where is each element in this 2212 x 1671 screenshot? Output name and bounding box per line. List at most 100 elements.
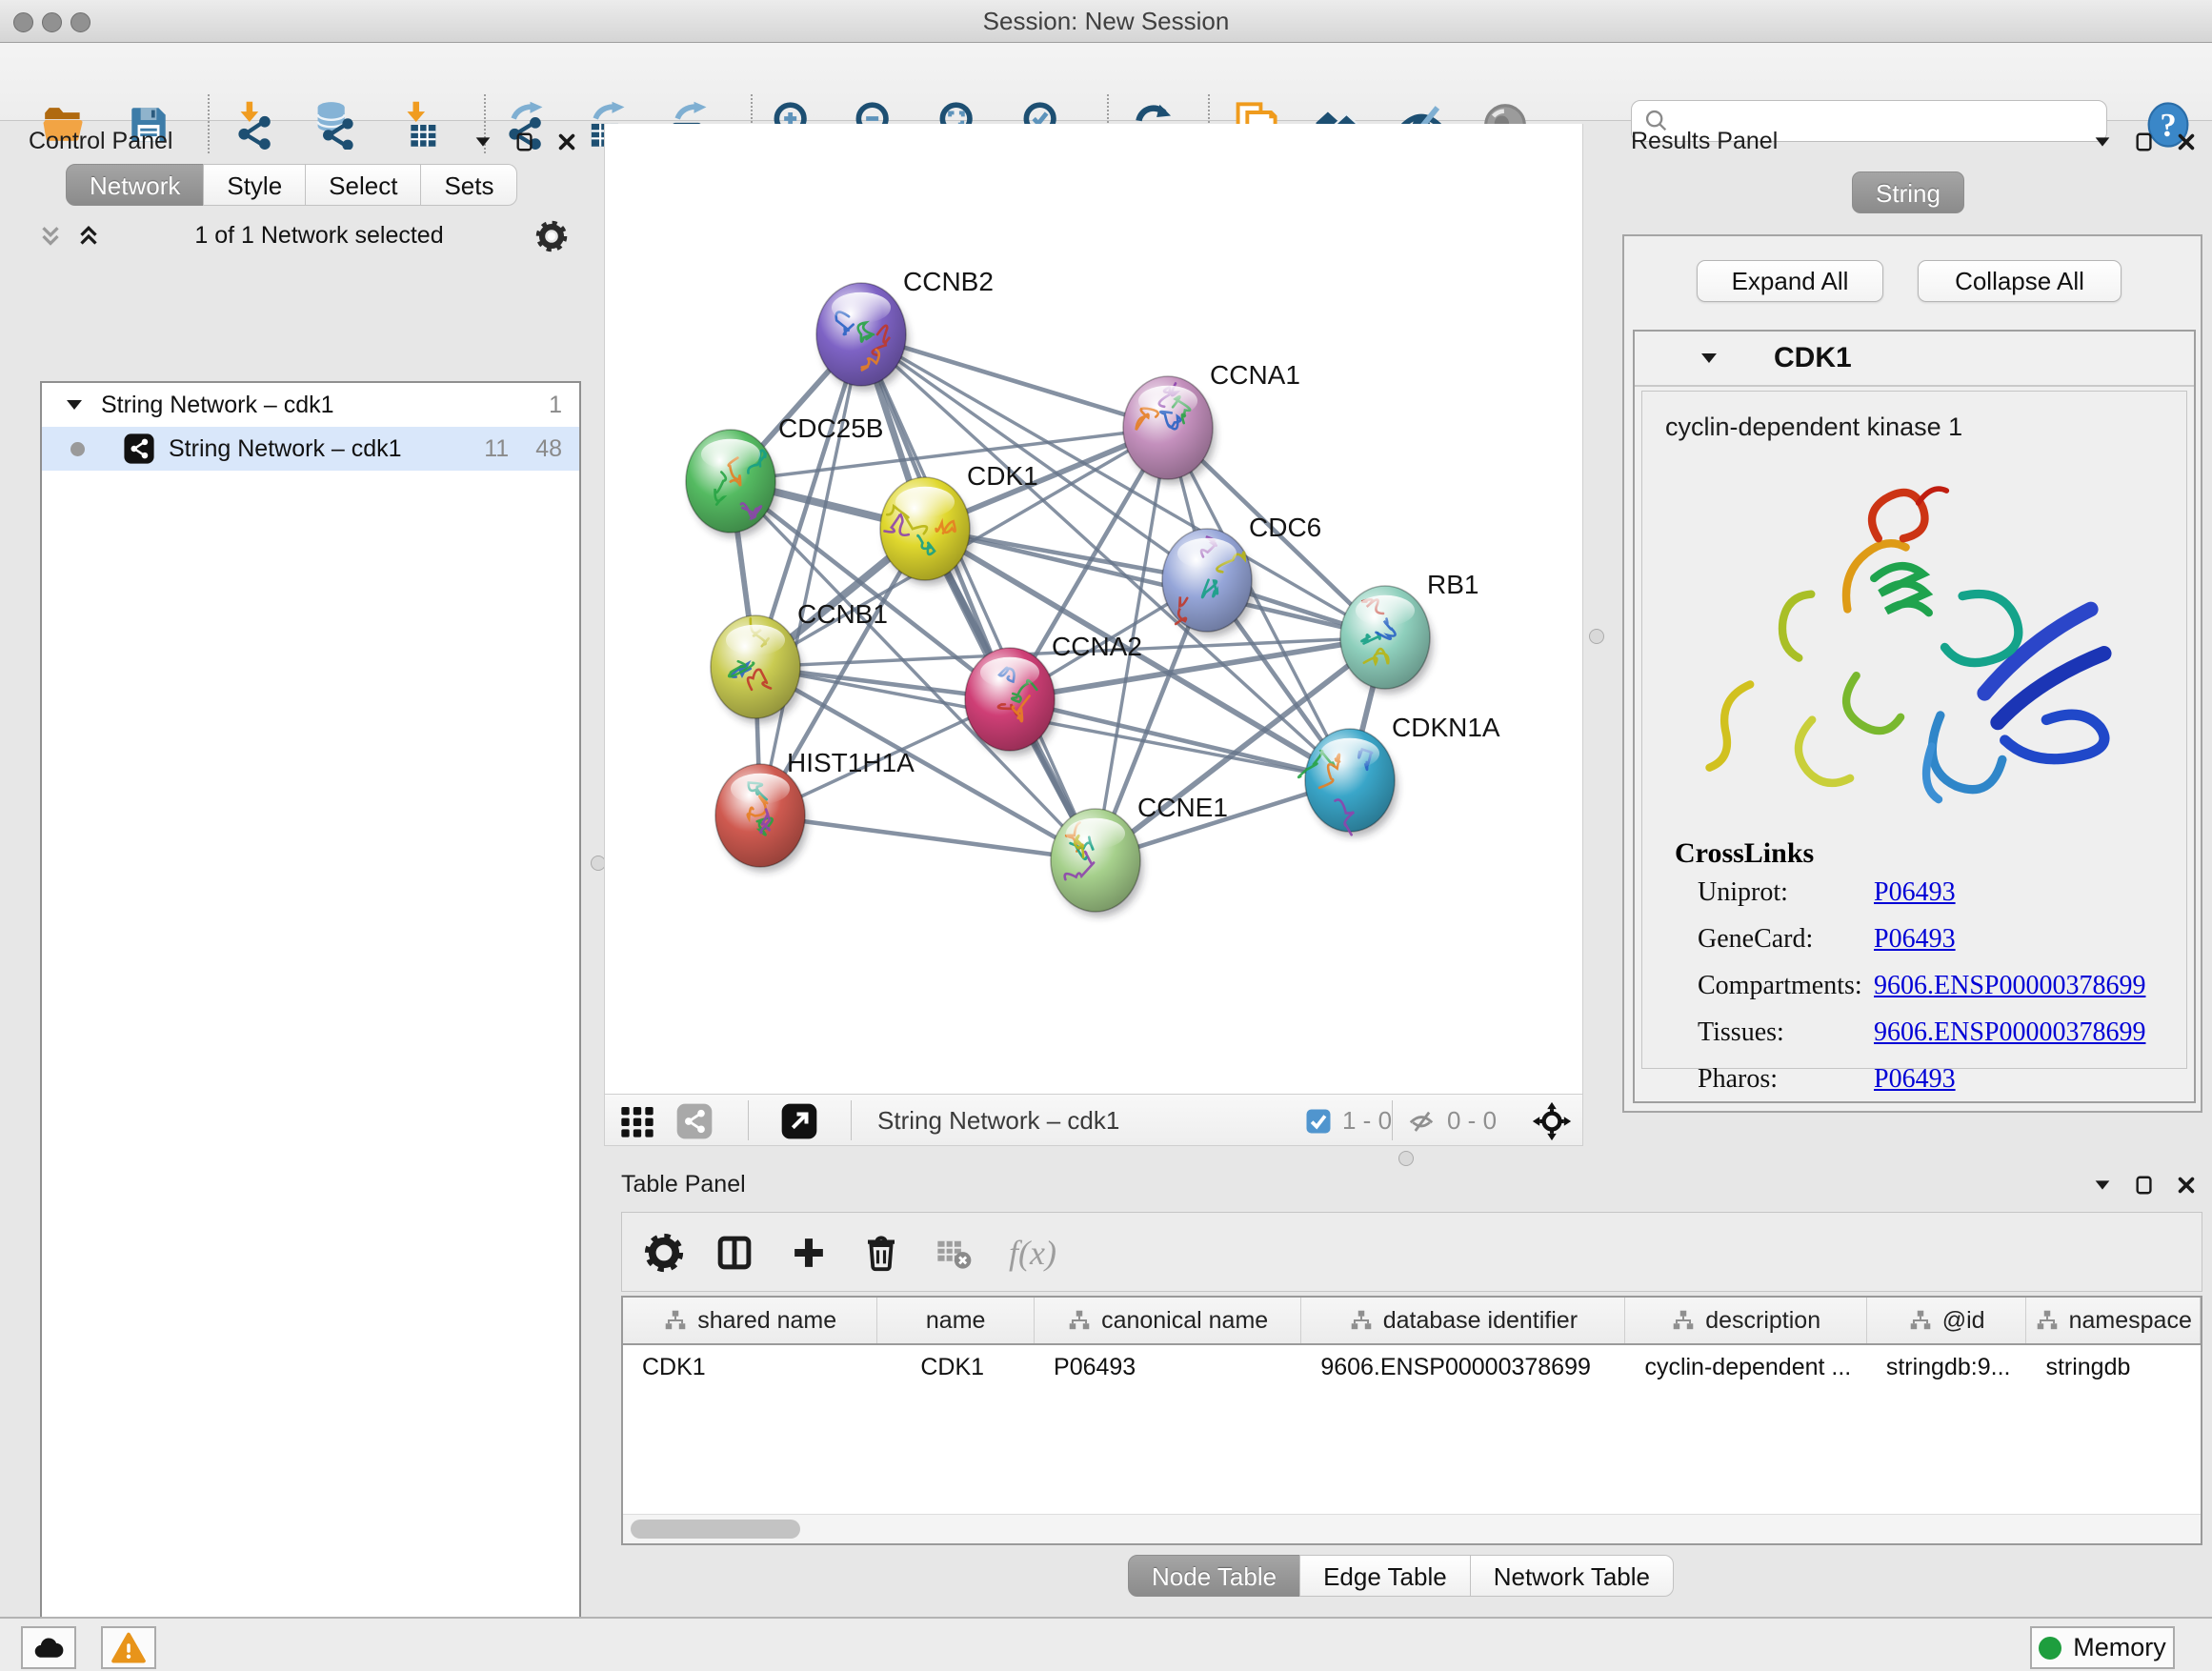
network-collection-row[interactable]: String Network – cdk1 1 bbox=[42, 383, 579, 427]
column-type-icon bbox=[1908, 1308, 1933, 1333]
network-edge[interactable] bbox=[861, 334, 1096, 860]
table-cell[interactable]: stringdb:9... bbox=[1867, 1345, 2027, 1389]
tab-node-table[interactable]: Node Table bbox=[1128, 1555, 1300, 1597]
results-panel-tabs: String bbox=[1853, 171, 1964, 213]
float-panel-icon[interactable] bbox=[2134, 131, 2155, 152]
expander-icon[interactable] bbox=[63, 393, 86, 416]
control-panel-window-controls bbox=[473, 131, 577, 152]
status-bar: Memory bbox=[0, 1617, 2212, 1671]
table-horizontal-scrollbar[interactable] bbox=[623, 1514, 2201, 1543]
cloud-status-button[interactable] bbox=[21, 1626, 76, 1669]
table-cell[interactable]: CDK1 bbox=[877, 1345, 1035, 1389]
expand-all-button[interactable]: Expand All bbox=[1697, 260, 1883, 302]
panel-menu-icon[interactable] bbox=[2092, 1175, 2113, 1196]
crosslink-value[interactable]: P06493 bbox=[1874, 924, 1956, 955]
column-type-icon bbox=[1067, 1308, 1092, 1333]
network-graph[interactable]: CCNB2CCNA1CDC25BCDK1CDC6RB1CCNB1CCNA2CDK… bbox=[605, 124, 1582, 1092]
close-panel-icon[interactable] bbox=[2176, 1175, 2197, 1196]
tab-string[interactable]: String bbox=[1852, 171, 1964, 213]
network-view-canvas[interactable]: CCNB2CCNA1CDC25BCDK1CDC6RB1CCNB1CCNA2CDK… bbox=[604, 124, 1583, 1094]
app-window: Session: New Session bbox=[0, 0, 2212, 1671]
string-view-button[interactable] bbox=[675, 1102, 714, 1145]
tab-edge-table[interactable]: Edge Table bbox=[1299, 1555, 1471, 1597]
table-cell[interactable]: cyclin-dependent ... bbox=[1625, 1345, 1866, 1389]
create-column-button[interactable] bbox=[784, 1228, 834, 1278]
column-header-shared-name[interactable]: shared name bbox=[623, 1298, 877, 1343]
node-count: 11 bbox=[484, 435, 509, 463]
scrollbar-thumb[interactable] bbox=[631, 1520, 800, 1539]
table-cell[interactable]: CDK1 bbox=[623, 1345, 877, 1389]
table-cell[interactable]: 9606.ENSP00000378699 bbox=[1301, 1345, 1625, 1389]
selected-checkbox-icon[interactable] bbox=[1304, 1107, 1333, 1136]
collection-count: 1 bbox=[549, 392, 562, 419]
table-row[interactable]: CDK1CDK1P064939606.ENSP00000378699cyclin… bbox=[623, 1345, 2201, 1389]
column-label: database identifier bbox=[1383, 1307, 1578, 1335]
network-node-CCNA1[interactable]: CCNA1 bbox=[1123, 360, 1300, 484]
crosslink-row: GeneCard:P06493 bbox=[1698, 924, 2174, 955]
plus-icon bbox=[789, 1233, 829, 1273]
crosslink-label: Pharos: bbox=[1698, 1064, 1874, 1095]
float-panel-icon[interactable] bbox=[514, 131, 535, 152]
right-splitter-handle[interactable] bbox=[1589, 629, 1604, 644]
crosslink-value[interactable]: 9606.ENSP00000378699 bbox=[1874, 971, 2145, 1001]
show-columns-button[interactable] bbox=[710, 1228, 759, 1278]
network-edge[interactable] bbox=[760, 815, 1096, 860]
crosslink-value[interactable]: P06493 bbox=[1874, 877, 1956, 908]
crosslink-value[interactable]: P06493 bbox=[1874, 1064, 1956, 1095]
column-header-database-identifier[interactable]: database identifier bbox=[1301, 1298, 1625, 1343]
network-node-CCNE1[interactable]: CCNE1 bbox=[1051, 793, 1228, 916]
network-row[interactable]: String Network – cdk1 11 48 bbox=[42, 427, 579, 471]
delete-table-icon bbox=[934, 1233, 974, 1273]
collapse-section-icon[interactable] bbox=[1698, 347, 1720, 370]
tab-network-table[interactable]: Network Table bbox=[1470, 1555, 1674, 1597]
collection-label: String Network – cdk1 bbox=[101, 392, 334, 419]
tab-select[interactable]: Select bbox=[305, 164, 421, 206]
protein-card-header[interactable]: CDK1 bbox=[1635, 332, 2194, 387]
tab-sets[interactable]: Sets bbox=[420, 164, 517, 206]
network-node-HIST1H1A[interactable]: HIST1H1A bbox=[715, 748, 915, 872]
close-panel-icon[interactable] bbox=[2176, 131, 2197, 152]
column-label: namespace bbox=[2069, 1307, 2192, 1335]
collapse-all-button[interactable]: Collapse All bbox=[1918, 260, 2122, 302]
protein-structure-image bbox=[1657, 454, 2171, 826]
column-header--id[interactable]: @id bbox=[1867, 1298, 2027, 1343]
open-in-browser-button[interactable] bbox=[780, 1102, 818, 1145]
memory-button[interactable]: Memory bbox=[2030, 1626, 2175, 1669]
column-type-icon bbox=[1671, 1308, 1696, 1333]
network-node-CDKN1A[interactable]: CDKN1A bbox=[1298, 713, 1500, 836]
separator bbox=[748, 1100, 749, 1140]
tab-style[interactable]: Style bbox=[203, 164, 306, 206]
table-cell[interactable]: P06493 bbox=[1035, 1345, 1301, 1389]
crosslink-row: Uniprot:P06493 bbox=[1698, 877, 2174, 908]
birds-eye-view-button[interactable] bbox=[618, 1102, 656, 1145]
delete-table-button[interactable] bbox=[929, 1228, 978, 1278]
column-header-namespace[interactable]: namespace bbox=[2026, 1298, 2201, 1343]
table-cell[interactable]: stringdb bbox=[2026, 1345, 2201, 1389]
tab-network[interactable]: Network bbox=[66, 164, 204, 206]
column-header-name[interactable]: name bbox=[877, 1298, 1035, 1343]
float-panel-icon[interactable] bbox=[2134, 1175, 2155, 1196]
panel-menu-icon[interactable] bbox=[2092, 131, 2113, 152]
horizontal-splitter-handle[interactable] bbox=[1398, 1151, 1414, 1166]
function-builder-button[interactable]: f(x) bbox=[997, 1228, 1068, 1278]
column-header-canonical-name[interactable]: canonical name bbox=[1035, 1298, 1301, 1343]
columns-icon bbox=[714, 1233, 754, 1273]
table-settings-button[interactable] bbox=[639, 1228, 689, 1278]
panel-menu-icon[interactable] bbox=[473, 131, 493, 152]
network-node-RB1[interactable]: RB1 bbox=[1340, 570, 1478, 694]
fit-content-button[interactable] bbox=[1531, 1100, 1573, 1147]
delete-columns-button[interactable] bbox=[856, 1228, 906, 1278]
crosslink-value[interactable]: 9606.ENSP00000378699 bbox=[1874, 1017, 2145, 1048]
network-node-CDK1[interactable]: CDK1 bbox=[880, 461, 1038, 585]
column-type-icon bbox=[1349, 1308, 1374, 1333]
column-header-description[interactable]: description bbox=[1625, 1298, 1866, 1343]
crosshair-move-icon bbox=[1531, 1100, 1573, 1142]
close-panel-icon[interactable] bbox=[556, 131, 577, 152]
collapse-all-chevrons-icon[interactable] bbox=[36, 222, 65, 251]
network-edge[interactable] bbox=[760, 334, 861, 815]
external-link-icon bbox=[780, 1102, 818, 1140]
expand-all-chevrons-icon[interactable] bbox=[74, 222, 103, 251]
crosslink-label: Uniprot: bbox=[1698, 877, 1874, 908]
warning-status-button[interactable] bbox=[101, 1626, 156, 1669]
gear-icon[interactable] bbox=[535, 220, 568, 252]
